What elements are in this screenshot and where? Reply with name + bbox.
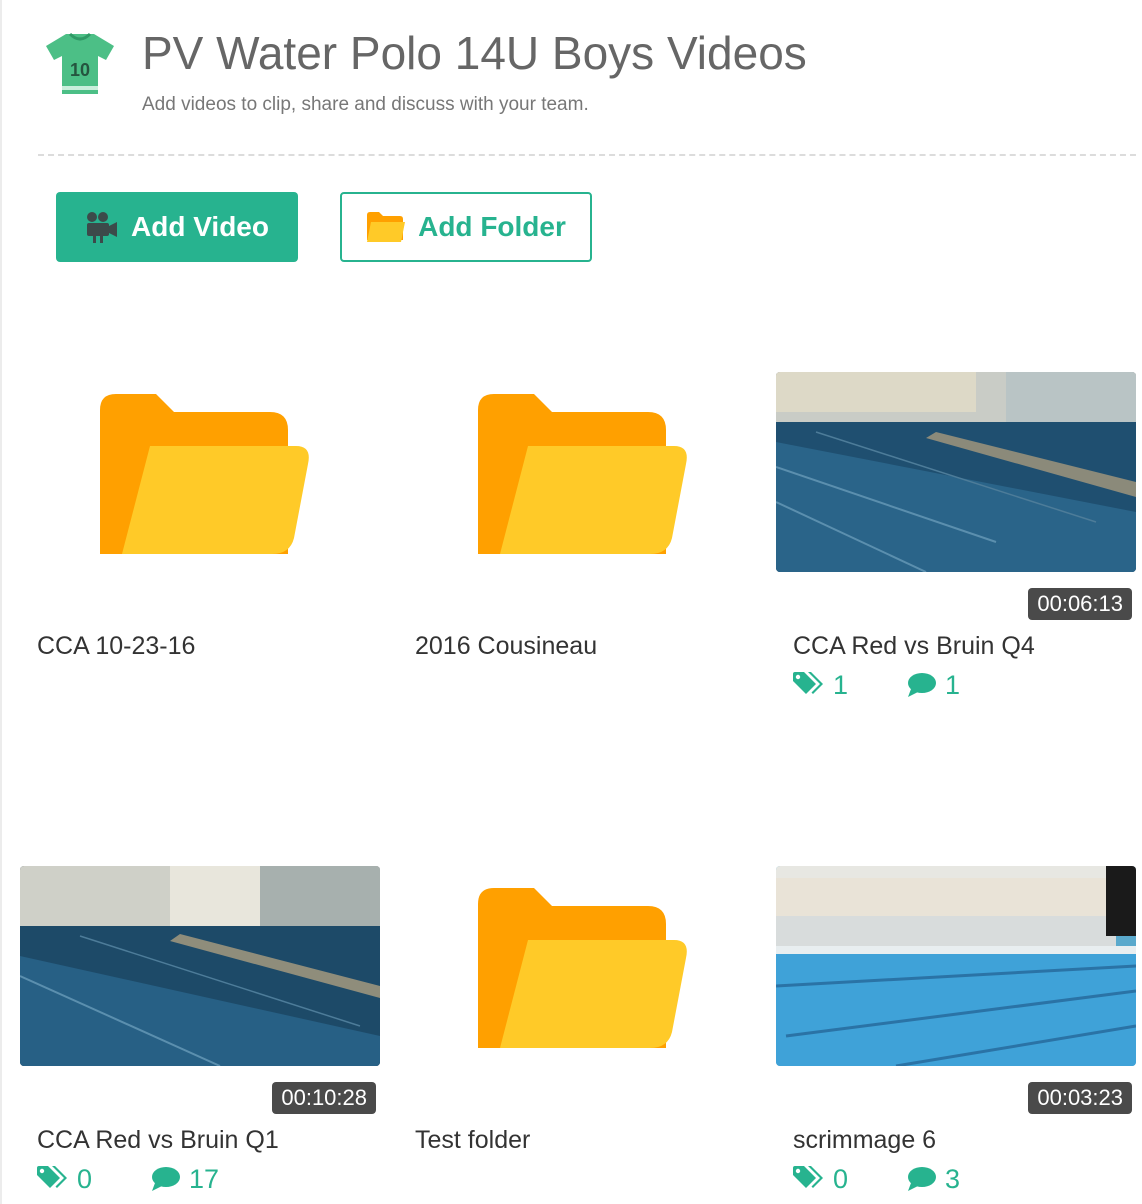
item-name[interactable]: Test folder: [415, 1126, 530, 1155]
video-thumbnail[interactable]: [776, 866, 1136, 1066]
tags-value: 0: [77, 1163, 93, 1194]
comments-count[interactable]: 3: [907, 1164, 960, 1195]
grid-item-video[interactable]: 00:06:13 CCA Red vs Bruin Q4 1 1: [776, 372, 1136, 700]
item-name[interactable]: 2016 Cousineau: [415, 632, 597, 661]
item-name[interactable]: CCA Red vs Bruin Q1: [37, 1126, 279, 1155]
grid-item-folder[interactable]: Test folder: [398, 866, 758, 1154]
grid-item-video[interactable]: 00:03:23 scrimmage 6 0 3: [776, 866, 1136, 1194]
tags-value: 1: [833, 669, 849, 700]
comments-count[interactable]: 1: [907, 670, 960, 701]
grid-item-folder[interactable]: 2016 Cousineau: [398, 372, 758, 660]
tags-icon: [793, 672, 823, 694]
page-title: PV Water Polo 14U Boys Videos: [142, 27, 807, 79]
video-camera-icon: [87, 212, 118, 243]
comments-value: 3: [945, 1163, 961, 1194]
tags-value: 0: [833, 1163, 849, 1194]
folder-icon: [478, 888, 687, 1048]
jersey-number: 10: [70, 60, 90, 80]
folder-icon: [100, 394, 309, 554]
add-folder-label: Add Folder: [418, 211, 566, 242]
video-stats: 1 1: [793, 668, 960, 702]
comments-count[interactable]: 17: [151, 1164, 219, 1195]
folder-icon: [367, 212, 406, 242]
grid-item-folder[interactable]: CCA 10-23-16: [20, 372, 380, 660]
comments-value: 17: [189, 1163, 220, 1194]
folder-icon: [478, 394, 687, 554]
tags-count[interactable]: 0: [793, 1164, 907, 1195]
video-duration: 00:06:13: [1028, 588, 1132, 620]
comment-icon: [908, 673, 936, 697]
item-name[interactable]: CCA Red vs Bruin Q4: [793, 632, 1035, 661]
comments-value: 1: [945, 669, 961, 700]
jersey-icon: 10: [46, 32, 114, 94]
tags-icon: [793, 1166, 823, 1188]
item-name[interactable]: scrimmage 6: [793, 1126, 936, 1155]
video-duration: 00:10:28: [272, 1082, 376, 1114]
video-thumbnail[interactable]: [776, 372, 1136, 572]
page-subtitle: Add videos to clip, share and discuss wi…: [142, 94, 589, 115]
add-folder-button[interactable]: Add Folder: [340, 192, 592, 262]
video-thumbnail[interactable]: [20, 866, 380, 1066]
item-name[interactable]: CCA 10-23-16: [37, 632, 195, 661]
comment-icon: [152, 1167, 180, 1191]
header-divider: [38, 154, 1136, 156]
add-video-label: Add Video: [131, 211, 269, 242]
add-video-button[interactable]: Add Video: [56, 192, 298, 262]
video-duration: 00:03:23: [1028, 1082, 1132, 1114]
left-border: [0, 0, 2, 1204]
comment-icon: [908, 1167, 936, 1191]
tags-count[interactable]: 1: [793, 670, 907, 701]
tags-icon: [37, 1166, 67, 1188]
tags-count[interactable]: 0: [37, 1164, 151, 1195]
grid-item-video[interactable]: 00:10:28 CCA Red vs Bruin Q1 0 17: [20, 866, 380, 1194]
video-stats: 0 3: [793, 1162, 960, 1196]
video-stats: 0 17: [37, 1162, 219, 1196]
